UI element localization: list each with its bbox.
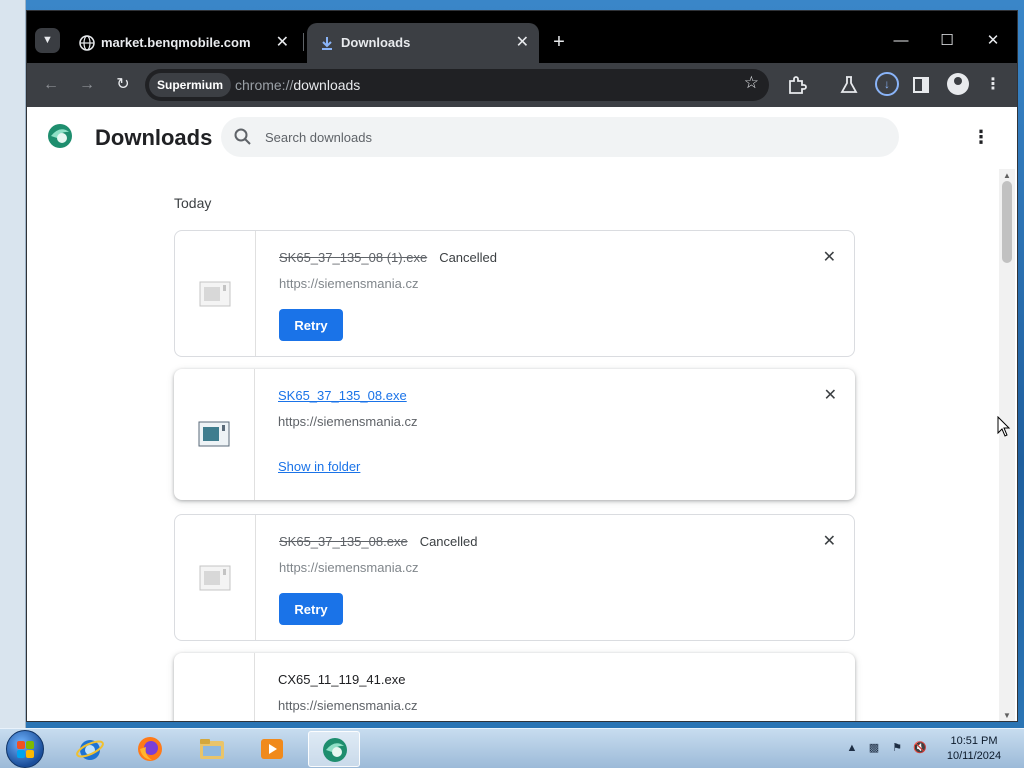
remove-from-list-icon[interactable]: ✕ (824, 385, 837, 405)
bookmark-star-icon[interactable]: ☆ (744, 73, 759, 93)
browser-window: ▼ market.benqmobile.com ✕ Downloads ✕ + … (26, 10, 1018, 722)
firefox-icon (138, 737, 162, 761)
tab-market-benqmobile[interactable]: market.benqmobile.com ✕ (67, 23, 299, 63)
taskbar-file-explorer[interactable] (186, 731, 238, 767)
page-title: Downloads (95, 125, 213, 150)
action-center-flag-icon[interactable]: ⚑ (890, 741, 904, 755)
address-bar[interactable]: Supermium chrome://downloads ☆ (145, 69, 769, 101)
file-icon (199, 565, 231, 591)
file-icon (198, 421, 230, 447)
file-icon-column (175, 515, 256, 640)
download-filename: SK65_37_135_08.exe Cancelled (279, 534, 478, 549)
page-menu-icon[interactable]: ⋮ (971, 125, 991, 149)
url-scheme: chrome:// (235, 77, 294, 93)
browser-menu-icon[interactable]: ⋮ (981, 73, 1005, 97)
download-source-url[interactable]: https://siemensmania.cz (278, 414, 417, 429)
clock-time: 10:51 PM (950, 735, 998, 747)
taskbar-internet-explorer[interactable] (64, 731, 116, 767)
tab-close-icon[interactable]: ✕ (516, 32, 529, 52)
search-input[interactable] (265, 117, 865, 157)
download-filename: CX65_11_119_41.exe (278, 672, 406, 687)
download-status: Cancelled (439, 250, 498, 265)
media-player-icon (261, 739, 283, 759)
taskbar-firefox[interactable] (124, 731, 176, 767)
download-indicator-icon[interactable]: ↓ (875, 72, 899, 96)
internet-explorer-icon (76, 740, 104, 760)
labs-flask-icon[interactable] (837, 73, 861, 97)
remove-from-list-icon[interactable]: ✕ (823, 247, 836, 267)
download-item: SK65_37_135_08.exe Cancelled https://siem… (174, 514, 855, 641)
file-icon (199, 281, 231, 307)
forward-arrow-icon[interactable]: → (75, 73, 99, 97)
maximize-button[interactable]: ☐ (935, 29, 959, 53)
close-window-button[interactable]: ✕ (981, 29, 1005, 53)
extensions-puzzle-icon[interactable] (785, 73, 809, 97)
mouse-cursor-icon (997, 416, 1011, 437)
volume-muted-icon[interactable]: 🔇 (913, 741, 927, 755)
tab-title: Downloads (341, 35, 411, 50)
scrollbar-thumb[interactable] (1002, 181, 1012, 263)
taskbar-supermium[interactable] (308, 731, 360, 767)
system-clock[interactable]: 10:51 PM 10/11/2024 (932, 734, 1016, 764)
show-in-folder-link[interactable]: Show in folder (278, 459, 360, 474)
search-icon (234, 128, 251, 145)
retry-button[interactable]: Retry (279, 309, 343, 341)
minimize-button[interactable]: — (889, 29, 913, 53)
file-icon-column (174, 653, 255, 721)
tab-divider (303, 33, 304, 51)
download-source-url[interactable]: https://siemensmania.cz (279, 276, 418, 291)
profile-avatar-icon[interactable] (947, 73, 969, 95)
globe-icon (79, 35, 95, 51)
browser-chip[interactable]: Supermium (149, 73, 232, 97)
start-button[interactable] (6, 730, 44, 768)
search-bar[interactable] (221, 117, 899, 157)
taskbar-media-player[interactable] (246, 731, 298, 767)
url-text[interactable]: chrome://downloads (235, 77, 360, 93)
browser-toolbar: ← → ↻ Supermium chrome://downloads ☆ ↓ ⋮ (27, 63, 1017, 107)
retry-button[interactable]: Retry (279, 593, 343, 625)
clock-date: 10/11/2024 (946, 750, 1002, 762)
scroll-up-icon[interactable]: ▲ (1002, 171, 1012, 181)
download-filename-link[interactable]: SK65_37_135_08.exe (278, 388, 407, 403)
file-icon-column (175, 231, 256, 356)
windows-logo-icon (17, 741, 25, 749)
date-section-heading: Today (174, 195, 212, 211)
side-panel-icon[interactable] (909, 73, 933, 97)
tab-title: market.benqmobile.com (101, 35, 251, 50)
download-source-url[interactable]: https://siemensmania.cz (278, 698, 417, 713)
network-icon[interactable]: ▩ (867, 741, 881, 755)
download-status: Cancelled (419, 534, 478, 549)
url-path: downloads (293, 77, 361, 93)
tab-downloads[interactable]: Downloads ✕ (307, 23, 539, 63)
download-item: SK65_37_135_08 (1).exe Cancelled https://… (174, 230, 855, 357)
file-icon-column (174, 369, 255, 500)
back-arrow-icon[interactable]: ← (39, 73, 63, 97)
reload-icon[interactable]: ↻ (111, 73, 135, 97)
remove-from-list-icon[interactable]: ✕ (823, 531, 836, 551)
title-bar: ▼ market.benqmobile.com ✕ Downloads ✕ + … (27, 11, 1017, 63)
scrollbar[interactable]: ▲ ▼ (999, 169, 1015, 721)
tab-close-icon[interactable]: ✕ (276, 32, 289, 52)
download-source-url[interactable]: https://siemensmania.cz (279, 560, 418, 575)
supermium-icon (323, 738, 347, 762)
show-hidden-icons-icon[interactable]: ▲ (845, 741, 859, 755)
background-window-edge (0, 0, 26, 728)
downloads-page: Downloads ⋮ Today SK65_37_135_08 (1).exe… (27, 107, 1017, 721)
scroll-down-icon[interactable]: ▼ (1002, 711, 1012, 721)
tab-search-button[interactable]: ▼ (35, 28, 60, 53)
new-tab-button[interactable]: + (547, 31, 571, 55)
download-icon (322, 37, 332, 50)
taskbar: ▲ ▩ ⚑ 🔇 10:51 PM 10/11/2024 (0, 728, 1024, 768)
download-filename: SK65_37_135_08 (1).exe Cancelled (279, 250, 498, 265)
file-explorer-icon (200, 739, 224, 759)
download-item: CX65_11_119_41.exe https://siemensmania.… (174, 653, 855, 721)
supermium-logo-icon (48, 124, 72, 148)
download-item: SK65_37_135_08.exe https://siemensmania.… (174, 369, 855, 500)
